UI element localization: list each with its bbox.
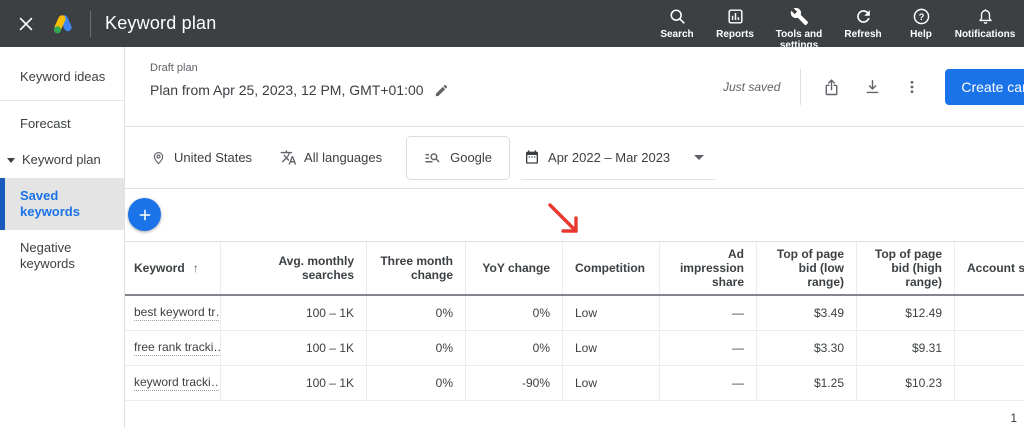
table-cell	[955, 296, 1024, 330]
main-content: Draft plan Plan from Apr 25, 2023, 12 PM…	[125, 47, 1024, 428]
table-row: best keyword tr…100 – 1K0%0%Low—$3.49$12…	[125, 296, 1024, 331]
column-header-three-month-change[interactable]: Three month change	[367, 242, 466, 294]
table-cell: $12.49	[857, 296, 955, 330]
help-button[interactable]: ? Help	[896, 0, 946, 40]
keyword-cell[interactable]: keyword tracki…	[125, 366, 221, 400]
location-pin-icon	[150, 149, 167, 166]
edit-pencil-icon[interactable]	[434, 83, 449, 98]
keywords-table: Keyword↑Avg. monthly searchesThree month…	[125, 241, 1024, 401]
sort-ascending-icon: ↑	[193, 261, 199, 275]
column-header-top-of-page-bid-high-range-[interactable]: Top of page bid (high range)	[857, 242, 955, 294]
sidebar: Keyword ideas Forecast Keyword plan Save…	[0, 47, 125, 428]
keyword-cell[interactable]: free rank tracki…	[125, 331, 221, 365]
notifications-button[interactable]: Notifications	[954, 0, 1016, 40]
close-icon[interactable]	[16, 14, 36, 34]
divider	[800, 69, 801, 105]
table-cell: Low	[563, 366, 660, 400]
language-filter[interactable]: All languages	[280, 149, 382, 166]
table-cell: -90%	[466, 366, 563, 400]
table-cell: $9.31	[857, 331, 955, 365]
sidebar-item-saved-keywords[interactable]: Saved keywords	[0, 178, 124, 230]
chevron-down-icon	[694, 155, 704, 160]
pagination[interactable]: 1	[125, 401, 1024, 428]
table-cell: 0%	[367, 331, 466, 365]
divider	[0, 100, 124, 101]
download-icon[interactable]	[862, 77, 883, 98]
search-network-icon	[424, 149, 441, 166]
reports-button[interactable]: Reports	[710, 0, 760, 40]
table-cell: 0%	[367, 366, 466, 400]
search-icon	[668, 7, 687, 26]
column-header-keyword[interactable]: Keyword↑	[125, 242, 221, 294]
table-cell: 0%	[466, 296, 563, 330]
sidebar-item-negative-keywords[interactable]: Negative keywords	[0, 230, 124, 282]
tools-and-settings-button[interactable]: Tools and settings	[768, 0, 830, 51]
save-status: Just saved	[723, 80, 780, 94]
table-cell: 100 – 1K	[221, 296, 367, 330]
table-cell: Low	[563, 296, 660, 330]
column-header-yoy-change[interactable]: YoY change	[466, 242, 563, 294]
notifications-icon	[976, 7, 995, 26]
calendar-icon	[524, 149, 540, 165]
column-header-account-status[interactable]: Account status	[955, 242, 1024, 294]
table-cell	[955, 366, 1024, 400]
table-cell: $3.30	[757, 331, 857, 365]
table-cell: $1.25	[757, 366, 857, 400]
refresh-icon	[854, 7, 873, 26]
table-cell: $3.49	[757, 296, 857, 330]
table-cell: —	[660, 366, 757, 400]
table-header-row: Keyword↑Avg. monthly searchesThree month…	[125, 241, 1024, 296]
column-header-avg-monthly-searches[interactable]: Avg. monthly searches	[221, 242, 367, 294]
pagination-text: 1	[1010, 411, 1017, 425]
share-icon[interactable]	[821, 77, 842, 98]
sidebar-item-forecast[interactable]: Forecast	[0, 106, 124, 142]
column-header-top-of-page-bid-low-range-[interactable]: Top of page bid (low range)	[757, 242, 857, 294]
plus-icon	[136, 206, 154, 224]
chevron-down-icon	[7, 158, 15, 163]
more-options-kebab-icon[interactable]	[903, 78, 921, 96]
divider	[90, 11, 91, 37]
topbar-nav: Search Reports Tools and settings Refres…	[652, 0, 1024, 47]
table-row: free rank tracki…100 – 1K0%0%Low—$3.30$9…	[125, 331, 1024, 366]
svg-text:?: ?	[918, 12, 924, 23]
top-app-bar: Keyword plan Search Reports Tools and se…	[0, 0, 1024, 47]
filter-bar: United States All languages Google Apr 2…	[125, 127, 1024, 189]
column-header-competition[interactable]: Competition	[563, 242, 660, 294]
page-title: Keyword plan	[105, 13, 216, 34]
table-cell: 0%	[466, 331, 563, 365]
plan-header: Draft plan Plan from Apr 25, 2023, 12 PM…	[125, 47, 1024, 127]
add-keywords-button[interactable]	[128, 198, 161, 231]
sidebar-item-keyword-plan[interactable]: Keyword plan	[0, 142, 124, 178]
search-button[interactable]: Search	[652, 0, 702, 40]
table-cell: 0%	[367, 296, 466, 330]
table-cell: 100 – 1K	[221, 331, 367, 365]
fab-row	[125, 189, 1024, 241]
help-icon: ?	[912, 7, 931, 26]
column-header-ad-impression-share[interactable]: Ad impression share	[660, 242, 757, 294]
reports-icon	[726, 7, 745, 26]
table-cell: —	[660, 296, 757, 330]
plan-title: Plan from Apr 25, 2023, 12 PM, GMT+01:00	[150, 82, 424, 98]
table-row: keyword tracki…100 – 1K0%-90%Low—$1.25$1…	[125, 366, 1024, 401]
table-cell	[955, 331, 1024, 365]
translate-icon	[280, 149, 297, 166]
table-cell: —	[660, 331, 757, 365]
table-cell: 100 – 1K	[221, 366, 367, 400]
wrench-icon	[790, 7, 809, 26]
location-filter[interactable]: United States	[150, 149, 252, 166]
create-campaign-button[interactable]: Create campaign	[945, 69, 1024, 105]
google-ads-logo	[50, 11, 76, 37]
date-range-select[interactable]: Apr 2022 – Mar 2023	[521, 136, 716, 180]
table-cell: $10.23	[857, 366, 955, 400]
table-cell: Low	[563, 331, 660, 365]
network-select[interactable]: Google	[406, 136, 510, 180]
table-body: best keyword tr…100 – 1K0%0%Low—$3.49$12…	[125, 296, 1024, 401]
sidebar-item-keyword-ideas[interactable]: Keyword ideas	[0, 59, 124, 95]
refresh-button[interactable]: Refresh	[838, 0, 888, 40]
keyword-cell[interactable]: best keyword tr…	[125, 296, 221, 330]
